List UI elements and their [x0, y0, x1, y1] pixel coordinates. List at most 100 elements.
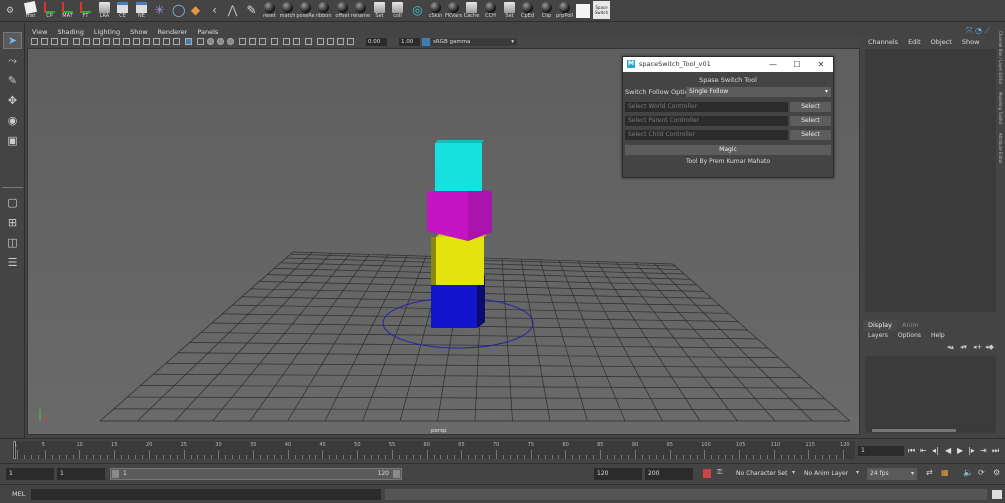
step-back-key-icon[interactable]: ⇤ — [920, 446, 927, 455]
close-icon[interactable]: ✕ — [809, 57, 833, 72]
sound-icon[interactable]: 🔈 — [963, 468, 973, 477]
scale-tool-icon[interactable]: ▣ — [3, 132, 22, 149]
current-frame-field[interactable]: 1 — [858, 446, 904, 456]
panel-tool-icon-28[interactable] — [327, 38, 334, 45]
lasso-tool-icon[interactable]: ⤳ — [3, 52, 22, 69]
outliner-layout-icon[interactable]: ☰ — [3, 254, 22, 271]
select-child-button[interactable]: Select — [790, 130, 831, 140]
shelf-button-10[interactable]: ‹ — [206, 1, 223, 21]
color-management-icon[interactable] — [422, 38, 430, 46]
gamma-field[interactable]: 1.00 — [399, 38, 420, 46]
select-world-button[interactable]: Select — [790, 102, 831, 112]
layer-up-icon[interactable]: ◂▴ — [947, 343, 954, 351]
panel-tool-icon-26[interactable] — [305, 38, 312, 45]
panel-tool-icon-21[interactable] — [249, 38, 256, 45]
step-back-frame-icon[interactable]: ◂| — [932, 446, 939, 455]
panel-tool-icon-0[interactable] — [31, 38, 38, 45]
shelf-button-11[interactable]: ⋀ — [224, 1, 241, 21]
end-time-field[interactable]: 200 — [645, 468, 693, 480]
magic-button[interactable]: Magic — [625, 145, 831, 155]
refresh-icon[interactable]: ⟳ — [978, 468, 985, 477]
preferences-icon[interactable]: ⚙ — [993, 468, 1000, 477]
tab-attribute-editor[interactable]: Attribute Editor — [998, 133, 1003, 164]
tab-modeling-toolkit[interactable]: Modeling Toolkit — [998, 92, 1003, 124]
exposure-field[interactable]: 0.00 — [366, 38, 387, 46]
character-set-label[interactable]: No Character Set — [736, 468, 787, 480]
minimize-icon[interactable]: — — [761, 57, 785, 72]
shelf-button-7[interactable]: ✳ — [151, 1, 168, 21]
go-to-start-icon[interactable]: ⏮ — [908, 446, 915, 456]
shelf-button-18[interactable]: rename — [351, 1, 370, 21]
shelf-button-16[interactable]: ribbon — [315, 1, 332, 21]
mel-label[interactable]: MEL — [12, 489, 25, 500]
shelf-button-9[interactable]: ◆ — [187, 1, 204, 21]
shelf-button-29[interactable]: prpPoll — [556, 1, 573, 21]
playback-start-field[interactable]: 1 — [57, 468, 105, 480]
script-editor-icon[interactable] — [992, 490, 1002, 499]
panel-tool-icon-6[interactable] — [93, 38, 100, 45]
color-space-dropdown[interactable]: sRGB gamma ▾ — [431, 38, 517, 46]
anim-layer-label[interactable]: No Anim Layer — [804, 468, 848, 480]
layer-editor-scrollbar[interactable] — [866, 428, 995, 433]
shelf-button-24[interactable]: Cache — [463, 1, 480, 21]
auto-key-icon[interactable] — [703, 469, 711, 478]
panel-tool-icon-14[interactable] — [173, 38, 180, 45]
time-slider-track[interactable]: 1 5 10 15 20 25 30 35 40 45 50 55 60 65 70 75 80 85 90 95 10… — [12, 441, 855, 459]
step-forward-key-icon[interactable]: ⇥ — [980, 446, 987, 455]
play-forwards-icon[interactable]: ▶ — [957, 446, 963, 455]
scrollbar-thumb[interactable] — [872, 429, 956, 432]
menu-channels[interactable]: Channels — [863, 37, 903, 48]
panel-tool-icon-8[interactable] — [113, 38, 120, 45]
panel-tool-icon-9[interactable] — [123, 38, 130, 45]
shelf-button-6[interactable]: NE — [133, 1, 150, 21]
menu-gear-icon[interactable]: ⚙ — [2, 1, 19, 21]
panel-tool-icon-23[interactable] — [271, 38, 278, 45]
panel-tool-icon-10[interactable] — [133, 38, 140, 45]
start-time-field[interactable]: 1 — [6, 468, 54, 480]
play-backwards-icon[interactable]: ◀ — [945, 446, 951, 455]
menu-options[interactable]: Options — [893, 331, 926, 341]
maximize-icon[interactable]: ☐ — [785, 57, 809, 72]
panel-tool-icon-3[interactable] — [61, 38, 68, 45]
menu-help[interactable]: Help — [926, 331, 950, 341]
panel-tool-icon-29[interactable] — [337, 38, 344, 45]
panel-tool-icon-20[interactable] — [239, 38, 246, 45]
menu-show[interactable]: Show — [125, 27, 153, 37]
switch-follow-dropdown[interactable]: Single Follow ▾ — [686, 87, 831, 97]
range-start-handle[interactable] — [112, 470, 119, 478]
menu-show-cb[interactable]: Show — [957, 37, 985, 48]
tab-channel-box-layer-editor[interactable]: Channel Box / Layer Editor — [998, 31, 1003, 84]
playback-end-field[interactable]: 120 — [594, 468, 642, 480]
panel-tool-icon-27[interactable] — [317, 38, 324, 45]
new-layer-icon[interactable]: ◂+ — [973, 343, 982, 351]
world-controller-field[interactable] — [625, 102, 788, 112]
panel-tool-icon-17[interactable] — [207, 38, 214, 45]
go-to-end-icon[interactable]: ⏭ — [992, 446, 999, 456]
panel-tool-icon-11[interactable] — [143, 38, 150, 45]
shelf-button-20[interactable]: coll — [389, 1, 406, 21]
layer-list[interactable] — [865, 356, 996, 428]
range-end-handle[interactable] — [393, 470, 400, 478]
panel-tool-icon-25[interactable] — [293, 38, 300, 45]
tab-anim[interactable]: Anim — [897, 320, 924, 331]
fps-dropdown[interactable]: 24 fps ▾ — [867, 468, 917, 480]
command-input[interactable] — [31, 489, 381, 500]
loop-icon[interactable]: ⇄ — [926, 468, 933, 477]
key-options-icon[interactable]: ⚿ — [717, 468, 722, 477]
step-forward-frame-icon[interactable]: |▸ — [968, 446, 975, 455]
four-view-layout-icon[interactable]: ⊞ — [3, 214, 22, 231]
paint-select-tool-icon[interactable]: ✎ — [3, 72, 22, 89]
shelf-button-5[interactable]: CE — [114, 1, 131, 21]
shelf-button-31[interactable]: Space Switch — [593, 1, 610, 21]
shelf-button-3[interactable]: FT — [77, 1, 94, 21]
panel-tool-icon-1[interactable] — [41, 38, 48, 45]
panel-tool-icon-15[interactable] — [185, 38, 192, 45]
range-bar[interactable]: 1 120 — [110, 468, 402, 480]
shelf-button-27[interactable]: CpEd — [519, 1, 536, 21]
shelf-button-30[interactable] — [575, 1, 592, 21]
single-perspective-view-icon[interactable]: ▢ — [3, 194, 22, 211]
panel-tool-icon-2[interactable] — [51, 38, 58, 45]
layer-down-icon[interactable]: ◂▾ — [960, 343, 967, 351]
menu-edit[interactable]: Edit — [903, 37, 926, 48]
shelf-button-8[interactable]: ◯ — [169, 1, 186, 21]
